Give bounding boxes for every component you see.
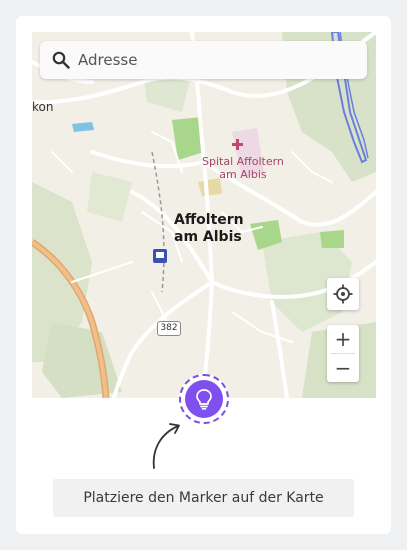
map-town-label: Affoltern am Albis bbox=[174, 212, 244, 246]
map-hospital-label: Spital Affoltern am Albis bbox=[202, 155, 284, 181]
instruction-hint: Platziere den Marker auf der Karte bbox=[53, 479, 354, 517]
map-hospital-label-line2: am Albis bbox=[219, 168, 267, 181]
zoom-in-button[interactable]: + bbox=[327, 325, 359, 353]
map-view[interactable]: kon Spital Affoltern am Albis Affoltern … bbox=[32, 32, 376, 398]
zoom-out-button[interactable]: − bbox=[327, 354, 359, 382]
locate-me-button[interactable] bbox=[327, 278, 359, 310]
address-search-input[interactable] bbox=[78, 41, 358, 79]
marker-button-inner bbox=[185, 380, 223, 418]
map-town-label-line2: am Albis bbox=[174, 229, 242, 245]
map-town-label-line1: Affoltern bbox=[174, 212, 244, 228]
map-place-label: kon bbox=[32, 100, 54, 114]
map-hospital-label-line1: Spital Affoltern bbox=[202, 155, 284, 168]
lightbulb-icon bbox=[196, 389, 212, 410]
crosshair-icon bbox=[333, 284, 353, 304]
curved-arrow-icon bbox=[152, 423, 180, 469]
zoom-controls: + − bbox=[327, 325, 359, 382]
road-number-shield: 382 bbox=[157, 321, 181, 336]
search-icon bbox=[52, 51, 70, 69]
place-marker-button[interactable] bbox=[179, 374, 229, 424]
address-search-box bbox=[40, 41, 367, 79]
